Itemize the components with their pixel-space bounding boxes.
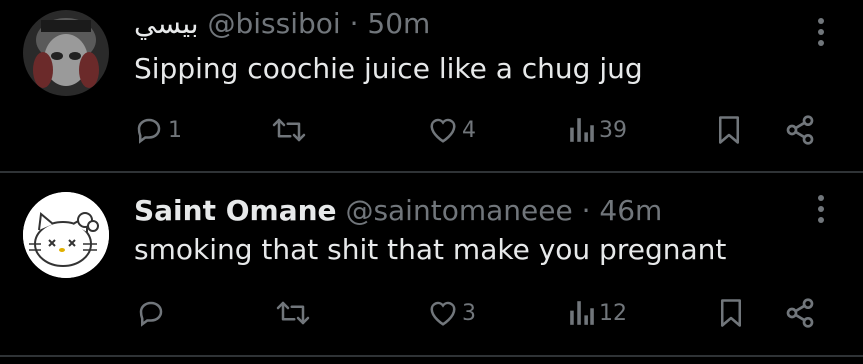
display-name[interactable]: Saint Omane (134, 194, 337, 227)
user-handle[interactable]: @saintomaneee (345, 194, 572, 227)
share-button[interactable] (784, 108, 816, 152)
hello-kitty-avatar-icon (23, 192, 109, 278)
bookmark-button[interactable] (716, 108, 742, 152)
tweet-text: smoking that shit that make you pregnant (134, 233, 727, 266)
share-button[interactable] (784, 291, 816, 335)
views-chart-icon (570, 118, 594, 142)
share-icon (786, 298, 814, 328)
heart-icon (430, 301, 456, 326)
dark-avatar-icon (23, 10, 109, 96)
reply-icon (139, 301, 163, 327)
retweet-button[interactable] (272, 108, 310, 152)
avatar[interactable] (23, 192, 109, 278)
timestamp[interactable]: 46m (599, 194, 662, 227)
reply-button[interactable]: 1 (134, 108, 182, 152)
view-count: 39 (599, 117, 627, 143)
tweet-header: Saint Omane @saintomaneee · 46m (134, 194, 662, 228)
tweet[interactable]: بيسي @bissiboi · 50m Sipping coochie jui… (0, 0, 863, 172)
retweet-icon (276, 301, 310, 325)
view-count: 12 (599, 300, 627, 326)
action-bar: 1 4 39 (0, 108, 863, 152)
reply-button[interactable] (136, 291, 170, 335)
bookmark-icon (719, 116, 739, 144)
more-dot-icon (818, 29, 824, 35)
action-bar: 3 12 (0, 291, 863, 335)
more-options-button[interactable] (806, 14, 836, 54)
like-count: 3 (462, 300, 476, 326)
tweet-text: Sipping coochie juice like a chug jug (134, 52, 643, 85)
like-button[interactable]: 3 (428, 291, 476, 335)
like-count: 4 (462, 117, 476, 143)
more-dot-icon (818, 206, 824, 212)
views-button[interactable]: 39 (569, 108, 627, 152)
like-button[interactable]: 4 (428, 108, 476, 152)
views-chart-icon (570, 301, 594, 325)
share-icon (786, 115, 814, 145)
more-options-button[interactable] (806, 191, 836, 231)
display-name[interactable]: بيسي (134, 7, 199, 40)
more-dot-icon (818, 217, 824, 223)
tweet-header: بيسي @bissiboi · 50m (134, 7, 430, 41)
heart-icon (430, 118, 456, 143)
retweet-button[interactable] (276, 291, 314, 335)
separator-dot: · (349, 7, 359, 40)
bookmark-icon (721, 299, 741, 327)
views-button[interactable]: 12 (569, 291, 627, 335)
retweet-icon (272, 118, 306, 142)
tweet-divider (0, 355, 863, 357)
timestamp[interactable]: 50m (367, 7, 430, 40)
avatar[interactable] (23, 10, 109, 96)
reply-icon (137, 118, 161, 144)
more-dot-icon (818, 18, 824, 24)
more-dot-icon (818, 195, 824, 201)
reply-count: 1 (168, 117, 182, 143)
bookmark-button[interactable] (718, 291, 744, 335)
tweet[interactable]: Saint Omane @saintomaneee · 46m smoking … (0, 173, 863, 353)
separator-dot: · (581, 194, 591, 227)
user-handle[interactable]: @bissiboi (207, 7, 340, 40)
more-dot-icon (818, 40, 824, 46)
